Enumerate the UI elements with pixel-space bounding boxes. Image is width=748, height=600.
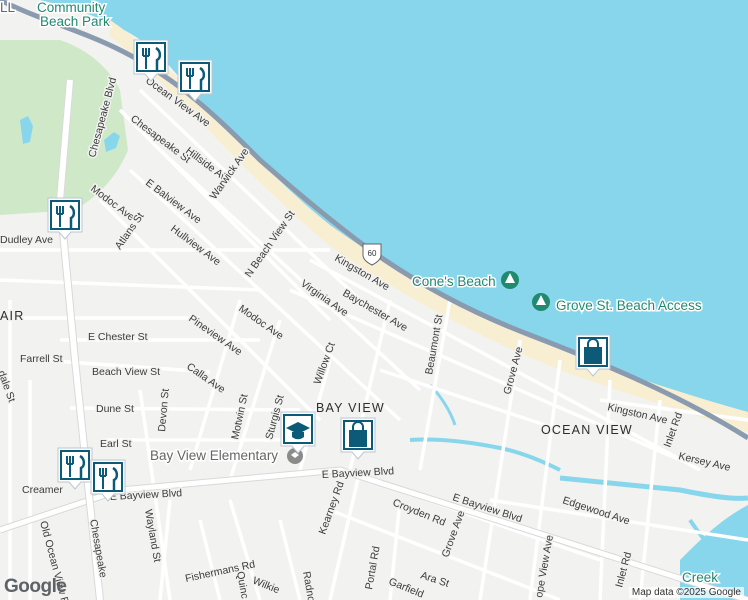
community-beach-park-label[interactable]: Community Beach Park: [36, 0, 112, 31]
creek-label: Creek: [682, 570, 718, 585]
street-dune-st: Dune St: [96, 403, 134, 415]
svg-text:Beach Park: Beach Park: [40, 14, 110, 29]
street-e-chester-st: E Chester St: [88, 331, 148, 343]
svg-text:Bay View Elementary: Bay View Elementary: [150, 448, 278, 463]
map-canvas[interactable]: 60 Ocean View Ave Chesapeake Blvd Chesap…: [0, 0, 748, 600]
svg-text:Community: Community: [37, 0, 106, 15]
street-beach-view-st: Beach View St: [92, 366, 160, 378]
route-60-number: 60: [368, 249, 377, 258]
street-farrell-st: Farrell St: [20, 353, 63, 365]
area-air: AIR: [0, 309, 24, 323]
area-bay-view: BAY VIEW: [316, 401, 385, 415]
area-ocean-view: OCEAN VIEW: [541, 423, 633, 437]
street-dudley-ave: Dudley Ave: [0, 234, 53, 246]
corner-label: LL: [0, 0, 16, 15]
map-attribution[interactable]: Map data ©2025 Google: [628, 587, 744, 598]
svg-text:Grove St. Beach Access: Grove St. Beach Access: [556, 298, 702, 313]
street-creamer: Creamer: [22, 484, 63, 496]
street-earl-st: Earl St: [100, 438, 132, 450]
google-logo: Google: [4, 576, 67, 597]
svg-text:Cone's Beach: Cone's Beach: [412, 274, 496, 289]
